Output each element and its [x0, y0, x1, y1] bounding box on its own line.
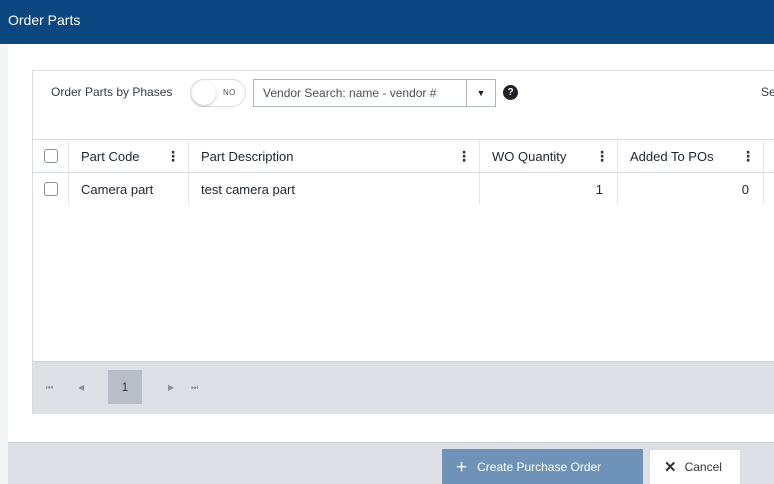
column-header-label: WO Quantity: [492, 148, 567, 164]
row-select-cell: [33, 173, 69, 205]
column-header-part-description[interactable]: Part Description ⋮: [189, 140, 480, 172]
vendor-search-input[interactable]: [254, 80, 466, 106]
order-by-phases-label: Order Parts by Phases: [51, 85, 173, 99]
grid-header-row: Part Code ⋮ Part Description ⋮ WO Quanti…: [33, 139, 774, 173]
cancel-button[interactable]: ✕ Cancel: [649, 449, 741, 484]
create-purchase-order-button[interactable]: + Create Purchase Order: [442, 449, 643, 484]
cell-wo-quantity: 1: [480, 173, 618, 205]
help-icon[interactable]: ?: [503, 85, 518, 100]
current-page-button[interactable]: 1: [108, 370, 142, 404]
kebab-menu-icon[interactable]: ⋮: [166, 149, 180, 163]
cell-added-to-pos: 0: [618, 173, 764, 205]
kebab-menu-icon[interactable]: ⋮: [595, 149, 609, 163]
create-purchase-order-label: Create Purchase Order: [477, 460, 602, 474]
row-checkbox[interactable]: [44, 182, 58, 196]
column-header-label: Part Description: [201, 148, 294, 164]
close-icon: ✕: [664, 458, 677, 476]
dialog-title-bar: Order Parts: [0, 0, 774, 44]
truncated-right-label: Se: [761, 85, 774, 99]
column-header-label: Added To POs: [630, 148, 714, 164]
last-page-icon[interactable]: ⏭: [191, 383, 198, 393]
toggle-state-text: NO: [223, 88, 236, 97]
toggle-knob[interactable]: [192, 81, 216, 105]
column-header-label: Part Code: [81, 148, 140, 164]
next-page-icon[interactable]: ▶: [168, 383, 174, 392]
kebab-menu-icon[interactable]: ⋮: [741, 149, 755, 163]
prev-page-icon[interactable]: ◀: [78, 383, 84, 392]
order-by-phases-toggle[interactable]: NO: [190, 79, 246, 107]
column-header-added-to-pos[interactable]: Added To POs ⋮: [618, 140, 764, 172]
cancel-label: Cancel: [684, 460, 722, 474]
first-page-icon[interactable]: ⏮: [46, 383, 53, 393]
grid-empty-area: [33, 205, 774, 361]
dialog-footer: + Create Purchase Order ✕ Cancel: [8, 442, 774, 484]
dialog-title: Order Parts: [8, 12, 81, 28]
column-header-wo-quantity[interactable]: WO Quantity ⋮: [480, 140, 618, 172]
cell-part-description: test camera part: [189, 173, 480, 205]
dropdown-arrow-icon[interactable]: ▼: [466, 80, 495, 106]
select-all-checkbox[interactable]: [44, 149, 58, 163]
kebab-menu-icon[interactable]: ⋮: [457, 149, 471, 163]
column-header-part-code[interactable]: Part Code ⋮: [69, 140, 189, 172]
grid-toolbar: Order Parts by Phases NO ▼ ? Se: [33, 71, 774, 139]
vendor-search-combobox[interactable]: ▼: [253, 79, 496, 107]
cell-part-code: Camera part: [69, 173, 189, 205]
plus-icon: +: [456, 456, 468, 478]
table-row[interactable]: Camera part test camera part 1 0: [33, 173, 774, 205]
select-all-cell: [33, 140, 69, 172]
pager: ⏮ ◀ 1 ▶ ⏭: [33, 361, 774, 414]
order-parts-panel: Order Parts by Phases NO ▼ ? Se Part Cod…: [32, 70, 774, 414]
